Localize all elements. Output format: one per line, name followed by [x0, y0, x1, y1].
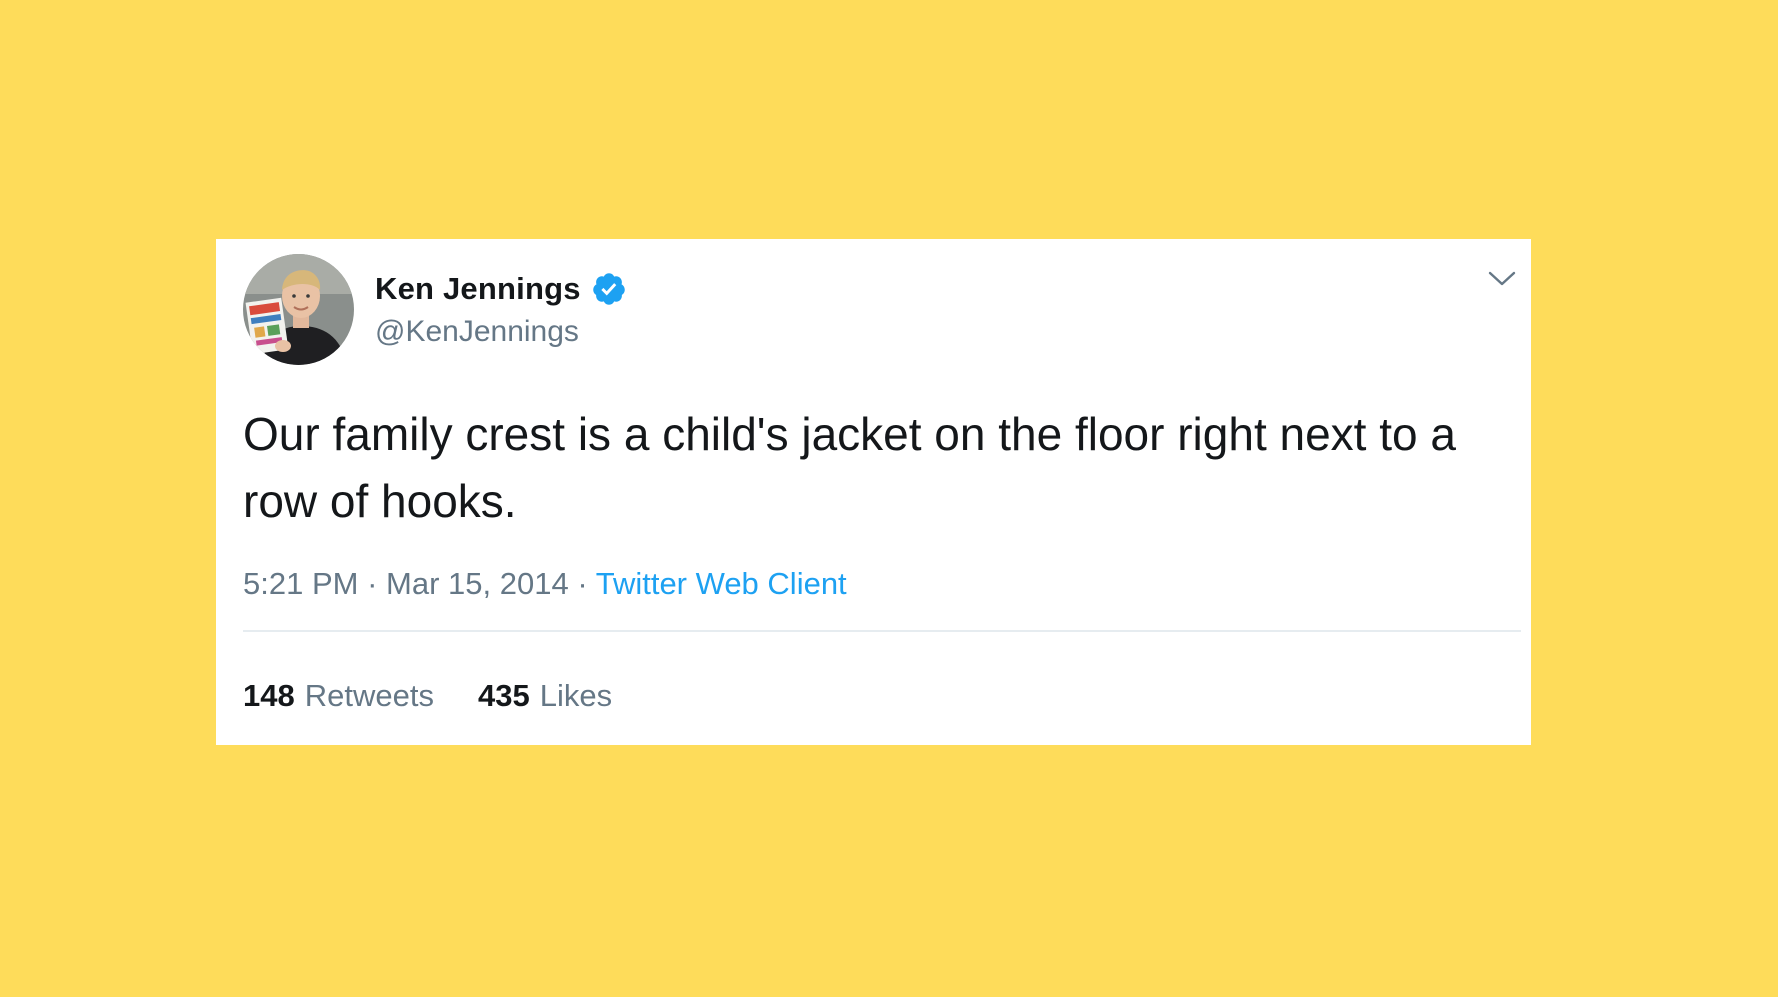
likes-stat[interactable]: 435 Likes: [478, 676, 612, 716]
verified-badge-icon: [591, 271, 627, 307]
display-name[interactable]: Ken Jennings: [375, 271, 581, 307]
avatar-photo: [243, 254, 354, 365]
retweets-label: Retweets: [304, 678, 434, 713]
meta-separator: ·: [367, 566, 378, 601]
likes-count: 435: [477, 678, 530, 713]
tweet-meta: 5:21 PM · Mar 15, 2014 · Twitter Web Cli…: [243, 564, 847, 604]
meta-separator: ·: [577, 566, 588, 601]
tweet-stats: 148 Retweets 435 Likes: [243, 676, 612, 716]
divider: [243, 630, 1521, 632]
chevron-down-icon[interactable]: [1487, 267, 1517, 289]
retweets-stat[interactable]: 148 Retweets: [243, 676, 434, 716]
tweet-time[interactable]: 5:21 PM: [243, 566, 358, 601]
tweet-source-link[interactable]: Twitter Web Client: [596, 566, 847, 601]
tweet-card: Ken Jennings @KenJennings Our family cre…: [216, 239, 1531, 745]
avatar[interactable]: [243, 254, 354, 365]
author-name-row[interactable]: Ken Jennings: [375, 268, 627, 310]
tweet-date[interactable]: Mar 15, 2014: [386, 566, 569, 601]
user-handle[interactable]: @KenJennings: [375, 312, 579, 352]
tweet-text: Our family crest is a child's jacket on …: [243, 408, 1456, 527]
retweets-count: 148: [243, 678, 295, 713]
likes-label: Likes: [539, 678, 613, 713]
